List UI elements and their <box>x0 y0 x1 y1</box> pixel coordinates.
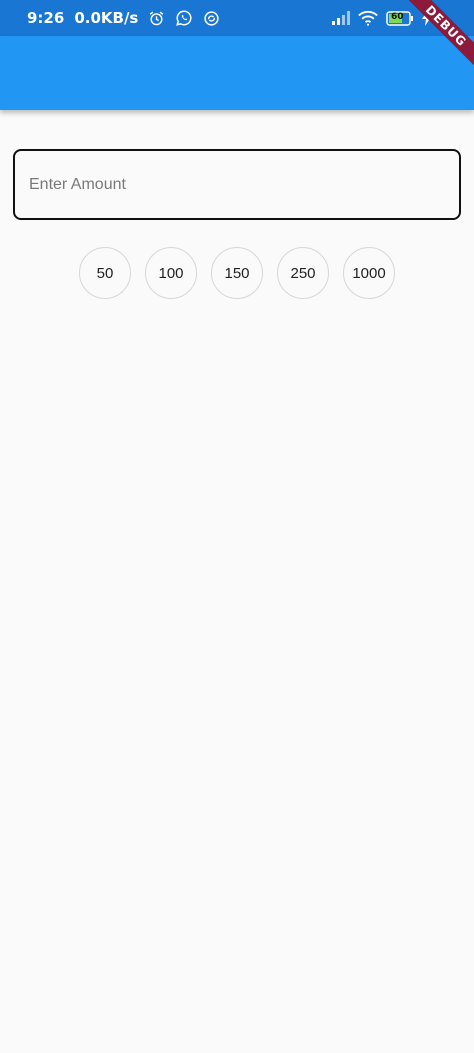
amount-input[interactable] <box>15 151 459 218</box>
amount-chip-250[interactable]: 250 <box>277 247 329 299</box>
amount-chip-100[interactable]: 100 <box>145 247 197 299</box>
amount-field[interactable] <box>13 149 461 220</box>
signal-icon <box>332 11 350 25</box>
battery-level: 60 <box>391 11 404 22</box>
alarm-icon <box>148 10 165 27</box>
amount-chip-50[interactable]: 50 <box>79 247 131 299</box>
whatsapp-icon <box>175 9 193 27</box>
sync-icon <box>203 10 220 27</box>
amount-chip-150[interactable]: 150 <box>211 247 263 299</box>
status-time: 9:26 <box>27 9 65 27</box>
amount-chip-row: 50 100 150 250 1000 <box>0 247 474 299</box>
status-bar: 9:26 0.0KB/s 60 <box>0 0 474 36</box>
wifi-icon <box>358 10 378 26</box>
status-right-group: 60 <box>332 10 460 26</box>
amount-chip-1000[interactable]: 1000 <box>343 247 395 299</box>
battery-icon: 60 <box>386 10 414 26</box>
charging-icon <box>422 10 432 26</box>
status-left-group: 9:26 0.0KB/s <box>27 9 220 27</box>
app-bar <box>0 36 474 110</box>
network-speed: 0.0KB/s <box>74 9 139 27</box>
